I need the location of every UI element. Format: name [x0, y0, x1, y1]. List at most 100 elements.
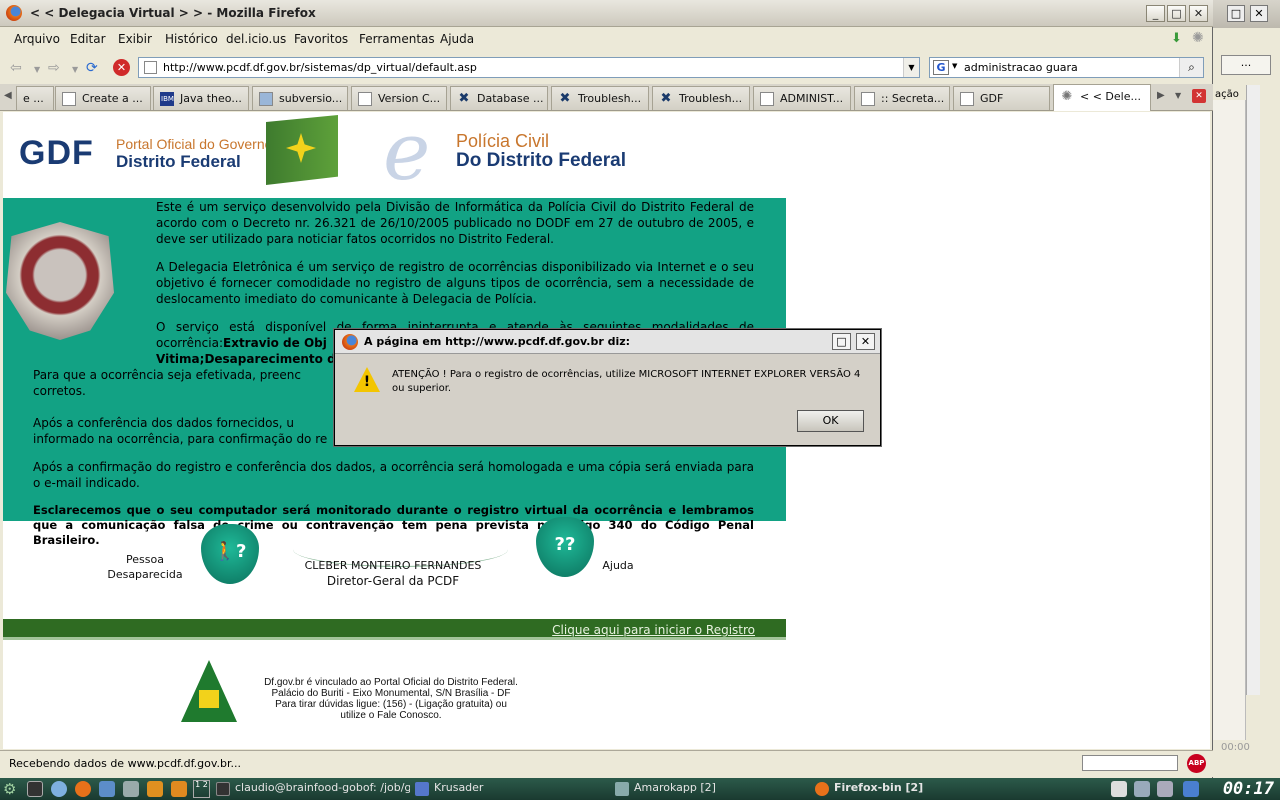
shield-icon[interactable] — [147, 781, 163, 797]
close-button[interactable]: ✕ — [1250, 5, 1268, 22]
paragraph-delegacia: A Delegacia Eletrônica é um serviço de r… — [156, 260, 754, 306]
storage-icon[interactable] — [1183, 781, 1199, 797]
subversion-icon — [259, 92, 273, 106]
dialog-close-button[interactable]: ✕ — [856, 333, 875, 350]
menu-favoritos[interactable]: Favoritos — [294, 32, 348, 46]
chat-icon[interactable] — [51, 781, 67, 797]
back-icon[interactable]: ⇦ — [10, 60, 22, 76]
forward-dropdown-icon[interactable]: ▼ — [72, 65, 78, 74]
search-engine-dropdown-icon[interactable]: ▼ — [952, 62, 957, 70]
terminal-icon[interactable] — [27, 781, 43, 797]
tab[interactable]: ✖ Database ... — [450, 86, 548, 110]
footer-line3: Para tirar dúvidas ligue: (156) - (Ligaç… — [275, 699, 507, 710]
maximize-button[interactable]: □ — [1227, 5, 1245, 22]
tab-scroll-left-icon[interactable]: ◀ — [4, 90, 12, 101]
network-icon[interactable] — [1134, 781, 1150, 797]
tab-list-icon[interactable]: ▼ — [1175, 91, 1181, 100]
desaparecida-label[interactable]: Desaparecida — [95, 568, 195, 581]
page-favicon — [144, 61, 157, 74]
tab[interactable]: Version C... — [351, 86, 447, 110]
tab[interactable]: subversio... — [252, 86, 348, 110]
firefox-icon — [6, 5, 22, 21]
ok-button[interactable]: OK — [797, 410, 864, 432]
search-input[interactable]: administracao guara — [964, 61, 1078, 74]
missing-person-icon[interactable]: 🚶? — [201, 524, 259, 584]
search-bar[interactable]: G ▼ administracao guara ⌕ — [929, 57, 1204, 78]
minimize-button[interactable]: _ — [1146, 5, 1165, 22]
help-icon[interactable]: ?? — [536, 517, 594, 577]
dialog-maximize-button[interactable]: □ — [832, 333, 851, 350]
url-text[interactable]: http://www.pcdf.df.gov.br/sistemas/dp_vi… — [163, 61, 477, 74]
gdf-logo: GDF — [19, 134, 94, 172]
maximize-button[interactable]: □ — [1167, 5, 1186, 22]
atlassian-icon: ✖ — [559, 91, 571, 106]
menu-editar[interactable]: Editar — [70, 32, 106, 46]
menu-exibir[interactable]: Exibir — [118, 32, 152, 46]
tab[interactable]: ADMINIST... — [753, 86, 851, 110]
task-amarok[interactable]: Amarokapp [2] — [614, 781, 716, 797]
addon-icon[interactable]: ⬇ — [1171, 31, 1182, 46]
task-terminal[interactable]: claudio@brainfood-gobof: /job/gob — [215, 781, 410, 797]
tab[interactable]: ✖ Troublesh... — [652, 86, 750, 110]
reload-icon[interactable]: ⟳ — [86, 60, 98, 76]
background-window-titlebar — [1213, 0, 1280, 28]
firefox-launcher-icon[interactable] — [75, 781, 91, 797]
package-icon[interactable] — [171, 781, 187, 797]
page-icon — [960, 92, 974, 106]
back-dropdown-icon[interactable]: ▼ — [34, 65, 40, 74]
tab-scroll-right-icon[interactable]: ▶ — [1157, 90, 1165, 101]
taskbar: ⚙ 1 2 claudio@brainfood-gobof: /job/gob … — [0, 778, 1280, 800]
modalidade-desaparecimento: ;Desaparecimento de — [199, 352, 344, 366]
task-firefox[interactable]: Firefox-bin [2] — [814, 781, 923, 797]
background-window-scrollbar[interactable] — [1246, 85, 1260, 695]
start-register-link[interactable]: Clique aqui para iniciar o Registro — [552, 623, 755, 637]
dialog-message: ATENÇÃO ! Para o registro de ocorrências… — [392, 369, 861, 394]
clipboard-icon[interactable] — [1111, 781, 1127, 797]
tab[interactable]: ✖ Troublesh... — [551, 86, 649, 110]
adblock-icon[interactable]: ABP — [1187, 754, 1206, 773]
desktop-pager[interactable]: 1 2 — [193, 780, 210, 798]
modalidade-vitima: Vitima — [156, 352, 200, 366]
task-label: Firefox-bin [2] — [834, 781, 924, 794]
paragraph-conferencia: Após a conferência dos dados fornecidos,… — [33, 415, 363, 447]
policia-civil-line2: Do Distrito Federal — [456, 150, 626, 171]
tab[interactable]: e ... — [16, 86, 54, 110]
footer-line2: Palácio do Buriti - Eixo Monumental, S/N… — [271, 688, 511, 699]
speaker-icon — [615, 782, 629, 796]
footer-line4: utilize o Fale Conosco. — [340, 710, 442, 721]
menu-delicious[interactable]: del.icio.us — [226, 32, 286, 46]
menu-historico[interactable]: Histórico — [165, 32, 218, 46]
k-menu-icon[interactable]: ⚙ — [3, 780, 16, 798]
register-bar: Clique aqui para iniciar o Registro — [3, 619, 786, 640]
close-tab-icon[interactable]: ✕ — [1192, 89, 1206, 103]
ajuda-label[interactable]: Ajuda — [593, 559, 643, 572]
url-dropdown-icon[interactable]: ▼ — [903, 58, 919, 77]
pessoa-label[interactable]: Pessoa — [95, 553, 195, 566]
tab[interactable]: IBM Java theo... — [153, 86, 249, 110]
volume-icon[interactable] — [1157, 781, 1173, 797]
footer-text: Df.gov.br é vinculado ao Portal Oficial … — [241, 677, 541, 721]
tab-active[interactable]: ✺ < < Dele... — [1053, 84, 1151, 111]
tab[interactable]: Create a ... — [55, 86, 151, 110]
menu-arquivo[interactable]: Arquivo — [14, 32, 60, 46]
menu-ferramentas[interactable]: Ferramentas — [359, 32, 435, 46]
stop-icon[interactable]: ✕ — [113, 59, 130, 76]
speaker-icon[interactable] — [123, 781, 139, 797]
menu-ajuda[interactable]: Ajuda — [440, 32, 474, 46]
page-icon — [861, 92, 875, 106]
forward-icon[interactable]: ⇨ — [48, 60, 60, 76]
portal-line1: Portal Oficial do Governo do — [116, 136, 292, 152]
terminal-icon — [216, 782, 230, 796]
tab[interactable]: GDF — [953, 86, 1050, 110]
search-go-icon[interactable]: ⌕ — [1179, 58, 1203, 77]
background-window-button[interactable]: ... — [1221, 55, 1271, 75]
e-logo-watermark: e — [383, 112, 431, 198]
people-icon[interactable] — [99, 781, 115, 797]
url-bar[interactable]: http://www.pcdf.df.gov.br/sistemas/dp_vi… — [138, 57, 920, 78]
tab[interactable]: :: Secreta... — [854, 86, 950, 110]
task-krusader[interactable]: Krusader — [414, 781, 483, 797]
search-engine-icon[interactable]: G — [933, 60, 949, 75]
tab-label: ADMINIST... — [780, 92, 844, 105]
close-button[interactable]: ✕ — [1189, 5, 1208, 22]
firefox-icon — [815, 782, 829, 796]
